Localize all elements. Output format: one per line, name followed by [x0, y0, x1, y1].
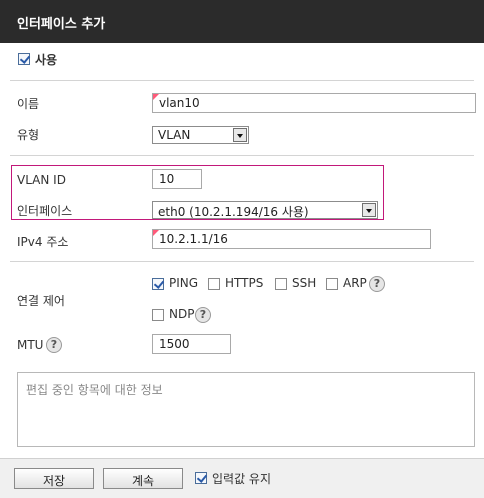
- arp-label: ARP: [343, 276, 367, 290]
- keep-input-label: 입력값 유지: [212, 472, 272, 486]
- https-checkbox[interactable]: [208, 278, 220, 290]
- ndp-checkbox[interactable]: [152, 309, 164, 321]
- divider: [10, 261, 474, 262]
- divider: [10, 80, 474, 81]
- ipv4-input[interactable]: 10.2.1.1/16: [152, 229, 431, 249]
- interface-select[interactable]: eth0 (10.2.1.194/16 사용): [152, 201, 378, 219]
- enable-label: 사용: [35, 53, 58, 67]
- ssh-label: SSH: [292, 276, 317, 290]
- dialog-title: 인터페이스 추가: [0, 0, 484, 43]
- chevron-down-icon: [362, 203, 376, 217]
- ping-checkbox[interactable]: [152, 278, 164, 290]
- ping-label: PING: [169, 276, 199, 290]
- type-label: 유형: [17, 128, 40, 142]
- https-label: HTTPS: [225, 276, 264, 290]
- chevron-down-icon: [233, 128, 247, 142]
- continue-button[interactable]: 계속: [103, 468, 183, 489]
- divider: [10, 155, 474, 156]
- name-input[interactable]: vlan10: [152, 93, 476, 113]
- ipv4-label: IPv4 주소: [17, 235, 69, 249]
- arp-checkbox[interactable]: [326, 278, 338, 290]
- type-select-value: VLAN: [158, 128, 191, 142]
- keep-input-checkbox[interactable]: [195, 472, 207, 484]
- info-textarea[interactable]: 편집 중인 항목에 대한 정보: [17, 372, 475, 447]
- ndp-help-icon[interactable]: ?: [195, 307, 211, 323]
- name-label: 이름: [17, 97, 40, 111]
- ssh-checkbox[interactable]: [275, 278, 287, 290]
- interface-label: 인터페이스: [17, 204, 73, 218]
- vlan-id-input[interactable]: 10: [152, 169, 202, 189]
- mtu-help-icon[interactable]: ?: [46, 337, 62, 353]
- vlan-id-label: VLAN ID: [17, 173, 66, 187]
- arp-help-icon[interactable]: ?: [369, 276, 385, 292]
- enable-checkbox[interactable]: [18, 53, 30, 65]
- interface-select-value: eth0 (10.2.1.194/16 사용): [158, 205, 309, 219]
- ndp-label: NDP: [169, 307, 195, 321]
- save-button[interactable]: 저장: [14, 468, 94, 489]
- type-select[interactable]: VLAN: [152, 126, 249, 144]
- mtu-input[interactable]: 1500: [152, 334, 231, 354]
- connection-control-label: 연결 제어: [17, 294, 65, 308]
- mtu-label: MTU: [17, 338, 44, 352]
